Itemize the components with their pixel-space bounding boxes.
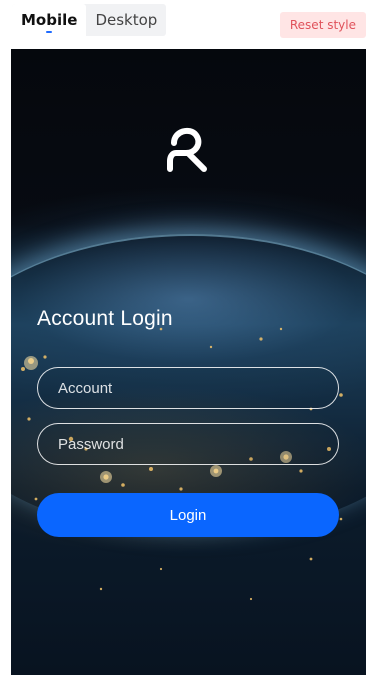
password-field[interactable] — [37, 423, 339, 465]
active-tab-indicator — [46, 31, 53, 33]
brand-logo-icon — [167, 127, 207, 172]
reset-style-button[interactable]: Reset style — [279, 12, 366, 38]
mobile-preview-frame: Account Login Login — [11, 49, 366, 675]
tab-desktop-label: Desktop — [95, 11, 158, 29]
city-lights-background — [21, 327, 343, 601]
password-input[interactable] — [56, 434, 338, 454]
page-title: Account Login — [37, 307, 173, 330]
tab-desktop[interactable]: Desktop — [86, 4, 166, 36]
tab-mobile-label: Mobile — [21, 11, 78, 29]
preview-toolbar: Mobile Desktop Reset style — [0, 0, 374, 44]
device-tabs: Mobile Desktop — [12, 4, 167, 36]
login-button[interactable]: Login — [37, 493, 339, 537]
tab-mobile[interactable]: Mobile — [12, 4, 87, 36]
account-field[interactable] — [37, 367, 339, 409]
account-input[interactable] — [56, 378, 338, 398]
